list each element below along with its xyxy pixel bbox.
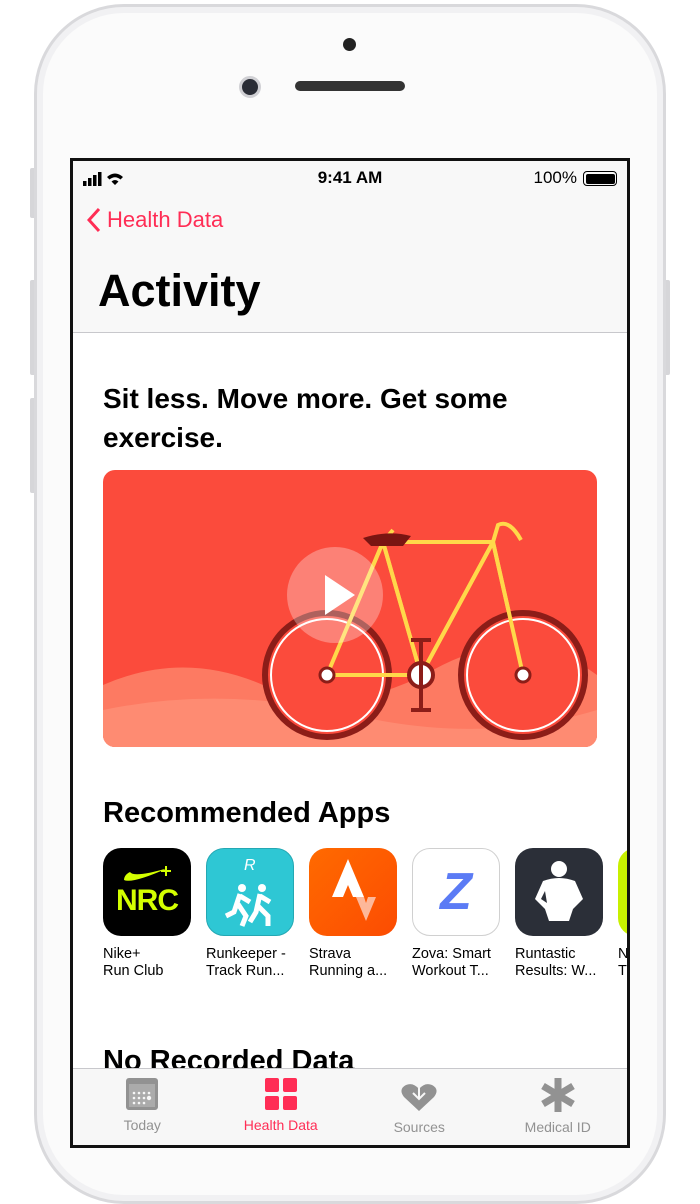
tab-label: Sources [393, 1119, 445, 1135]
tab-bar: Today Health Data Sources Medical ID [73, 1068, 627, 1145]
grid-icon [264, 1078, 297, 1110]
bicycle-illustration [103, 521, 597, 747]
screen: 9:41 AM 100% Health Data Activity Sit le… [70, 158, 630, 1148]
page-title: Activity [98, 265, 261, 316]
app-runtastic[interactable]: Runtastic Results: W... [515, 848, 603, 980]
battery-percentage: 100% [533, 168, 577, 187]
tab-health-data[interactable]: Health Data [212, 1069, 351, 1145]
proximity-sensor [343, 38, 356, 51]
zova-app-icon: Z [412, 848, 500, 936]
svg-text:R: R [244, 857, 256, 874]
tab-label: Medical ID [524, 1119, 591, 1135]
headline: Sit less. Move more. Get some exercise. [103, 383, 508, 453]
tab-medical-id[interactable]: Medical ID [489, 1069, 628, 1145]
calendar-icon [126, 1078, 159, 1110]
strava-app-icon [309, 848, 397, 936]
runkeeper-app-icon: R [206, 848, 294, 936]
asterisk-icon [540, 1078, 575, 1112]
battery-icon [583, 171, 617, 186]
runtastic-app-icon [515, 848, 603, 936]
status-bar: 9:41 AM 100% [73, 168, 627, 190]
back-label: Health Data [107, 207, 224, 232]
tab-sources[interactable]: Sources [350, 1069, 489, 1145]
tab-today[interactable]: Today [73, 1069, 212, 1145]
front-camera [239, 76, 261, 98]
partial-app-icon [618, 848, 627, 936]
navigation-bar: 9:41 AM 100% Health Data Activity [73, 161, 627, 333]
tab-label: Health Data [243, 1117, 318, 1133]
video-player[interactable] [103, 470, 597, 747]
recommended-apps-title: Recommended Apps [103, 797, 391, 829]
app-strava[interactable]: Strava Running a... [309, 848, 397, 980]
nike-app-icon: NRC [103, 848, 191, 936]
app-runkeeper[interactable]: R Runkeeper - Track Run... [206, 848, 294, 980]
app-zova[interactable]: Z Zova: Smart Workout T... [412, 848, 500, 980]
chevron-left-icon [87, 207, 101, 233]
back-button[interactable]: Health Data [87, 207, 223, 233]
earpiece-speaker [295, 81, 405, 91]
recommended-apps-list: NRC Nike+ Run Club R Runkeeper - Track Run… [103, 848, 627, 980]
tab-label: Today [123, 1117, 161, 1133]
app-nike-run-club[interactable]: NRC Nike+ Run Club [103, 848, 191, 980]
app-partial[interactable]: NT [618, 848, 627, 980]
heart-download-icon [401, 1077, 437, 1111]
